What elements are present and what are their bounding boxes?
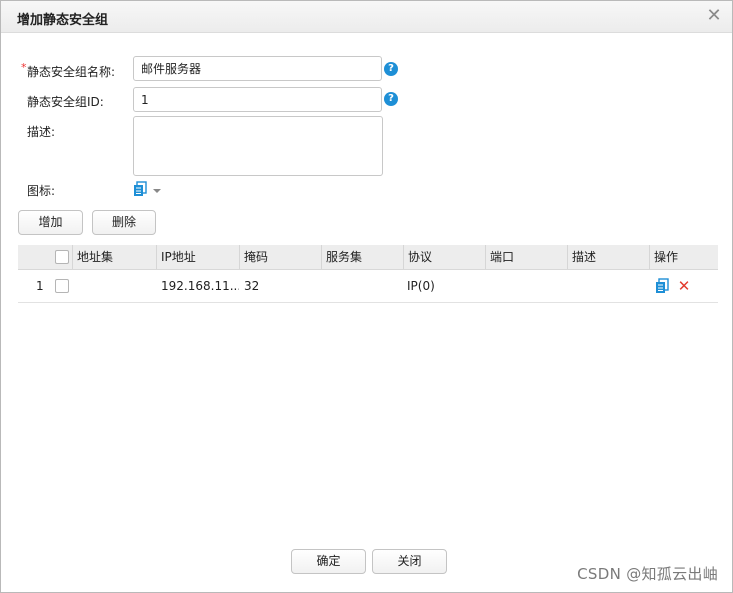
document-stack-icon	[134, 181, 147, 196]
delete-button[interactable]: 删除	[92, 210, 156, 235]
add-static-security-group-dialog: 增加静态安全组 ✕ * 静态安全组名称: ? 静态安全组ID: ? 描述: 图标…	[0, 0, 733, 593]
name-label-wrap: * 静态安全组名称:	[21, 61, 116, 80]
id-help-icon[interactable]: ?	[384, 92, 398, 106]
dialog-titlebar: 增加静态安全组 ✕	[1, 1, 732, 33]
column-header[interactable]: 掩码	[239, 245, 321, 269]
copy-icon[interactable]	[654, 278, 670, 297]
row-port	[486, 270, 567, 302]
icon-label: 图标:	[27, 184, 56, 198]
dialog-title: 增加静态安全组	[17, 13, 109, 28]
table-row[interactable]: 1 192.168.11... 32 IP(0) ✕	[18, 270, 718, 303]
required-marker: *	[21, 61, 27, 74]
chevron-down-icon[interactable]	[153, 189, 161, 193]
column-header[interactable]: 地址集	[72, 245, 156, 269]
name-help-icon[interactable]: ?	[384, 62, 398, 76]
id-label: 静态安全组ID:	[27, 95, 104, 109]
close-icon[interactable]: ✕	[706, 7, 722, 25]
row-checkbox[interactable]	[55, 279, 69, 293]
row-description	[568, 270, 649, 302]
description-textarea[interactable]	[133, 116, 383, 176]
ok-button[interactable]: 确定	[291, 549, 366, 574]
column-header[interactable]: 协议	[403, 245, 485, 269]
watermark: CSDN @知孤云出岫	[577, 565, 718, 583]
row-protocol: IP(0)	[407, 279, 435, 293]
column-header[interactable]: 操作	[649, 245, 718, 269]
row-ip: 192.168.11...	[161, 279, 239, 293]
copy-icon-graphic	[656, 278, 669, 293]
description-label: 描述:	[27, 125, 56, 139]
row-service-set	[322, 270, 403, 302]
column-header[interactable]: 服务集	[321, 245, 403, 269]
delete-icon[interactable]: ✕	[677, 279, 691, 294]
name-label: 静态安全组名称:	[27, 65, 116, 79]
row-index: 1	[36, 279, 44, 293]
column-header[interactable]: 端口	[485, 245, 567, 269]
row-mask: 32	[244, 279, 260, 293]
icon-picker[interactable]	[132, 181, 150, 197]
select-all-checkbox[interactable]	[55, 250, 69, 264]
table-header: 地址集 IP地址 掩码 服务集 协议 端口 描述 操作	[18, 245, 718, 270]
close-button[interactable]: 关闭	[372, 549, 447, 574]
column-header[interactable]: 描述	[567, 245, 649, 269]
add-button[interactable]: 增加	[18, 210, 83, 235]
id-input[interactable]	[133, 87, 382, 112]
name-input[interactable]	[133, 56, 382, 81]
column-header[interactable]: IP地址	[156, 245, 239, 269]
row-address-set	[72, 270, 156, 302]
